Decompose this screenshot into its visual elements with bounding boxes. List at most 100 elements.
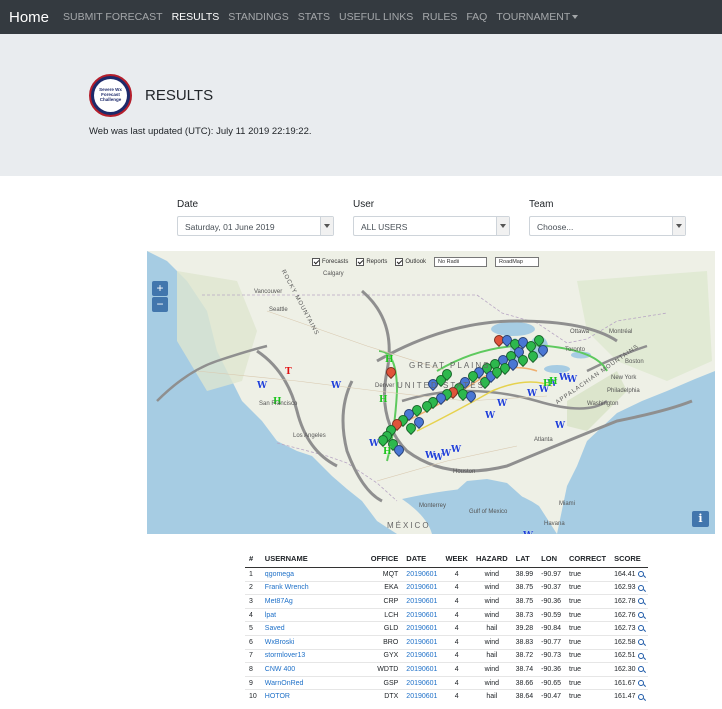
wind-report-icon[interactable]: W <box>451 445 461 455</box>
magnify-icon[interactable] <box>637 638 644 645</box>
maptype-select[interactable]: RoadMap <box>495 257 540 267</box>
nav-home-link[interactable]: Home <box>9 9 49 26</box>
outlook-label: Outlook <box>405 259 427 265</box>
cell-lon: -90.65 <box>537 675 566 690</box>
cell-date[interactable]: 20190601 <box>402 634 442 650</box>
cell-username[interactable]: Met87Ag <box>260 594 367 609</box>
cell-username[interactable]: Saved <box>260 621 367 636</box>
magnify-icon[interactable] <box>637 570 644 577</box>
cell-rank: 6 <box>245 634 261 650</box>
cell-week: 4 <box>441 567 472 582</box>
cell-hazard: wind <box>471 634 512 650</box>
magnify-icon[interactable] <box>637 584 644 591</box>
wind-report-icon[interactable]: W <box>257 381 267 391</box>
cell-date[interactable]: 20190601 <box>402 662 442 677</box>
cell-date[interactable]: 20190601 <box>402 621 442 636</box>
nav-submit-forecast[interactable]: SUBMIT FORECAST <box>63 11 163 23</box>
magnify-icon[interactable] <box>637 611 644 618</box>
results-map[interactable]: WWWWWWWWWWWWWWWWHHHHHHT Calgary Vancouve… <box>147 251 715 534</box>
wind-report-icon[interactable]: W <box>567 375 577 385</box>
magnify-icon[interactable] <box>637 625 644 632</box>
magnify-icon[interactable] <box>637 666 644 673</box>
nav-stats[interactable]: STATS <box>298 11 330 23</box>
col-username[interactable]: USERNAME <box>260 551 367 568</box>
chevron-down-icon <box>320 217 333 235</box>
magnify-icon[interactable] <box>637 598 644 605</box>
cell-lat: 38.73 <box>511 607 538 622</box>
cell-date[interactable]: 20190601 <box>402 594 442 609</box>
cell-username[interactable]: qgomega <box>260 567 367 582</box>
nav-rules[interactable]: RULES <box>422 11 457 23</box>
col-correct[interactable]: CORRECT <box>565 551 611 568</box>
nav-results[interactable]: RESULTS <box>172 11 220 23</box>
nav-useful-links[interactable]: USEFUL LINKS <box>339 11 413 23</box>
map-label-seattle: Seattle <box>269 307 288 313</box>
magnify-icon[interactable] <box>637 652 644 659</box>
cell-lon: -90.73 <box>537 648 566 663</box>
tornado-report-icon[interactable]: T <box>285 367 292 377</box>
cell-date[interactable]: 20190601 <box>402 675 442 690</box>
zoom-out-button[interactable]: − <box>152 297 168 312</box>
wind-report-icon[interactable]: W <box>523 531 533 534</box>
magnify-icon[interactable] <box>637 693 644 700</box>
cell-date[interactable]: 20190601 <box>402 567 442 582</box>
col-hazard[interactable]: HAZARD <box>471 551 512 568</box>
map-label-montreal: Montréal <box>609 329 633 335</box>
cell-username[interactable]: WarnOnRed <box>260 675 367 690</box>
challenge-logo: Severe Wx Forecast Challenge <box>89 74 132 117</box>
wind-report-icon[interactable]: W <box>441 449 451 459</box>
nav-tournament-dropdown[interactable]: TOURNAMENT <box>496 11 579 23</box>
nav-standings[interactable]: STANDINGS <box>228 11 288 23</box>
team-select[interactable]: Choose... <box>529 216 686 236</box>
wind-report-icon[interactable]: W <box>527 389 537 399</box>
col-office[interactable]: OFFICE <box>366 551 403 568</box>
cell-username[interactable]: HOTOR <box>260 689 367 704</box>
cell-date[interactable]: 20190601 <box>402 607 442 622</box>
cell-lat: 39.28 <box>511 621 538 636</box>
magnify-icon[interactable] <box>637 679 644 686</box>
wind-report-icon[interactable]: W <box>497 399 507 409</box>
table-row: 10 HOTOR DTX 20190601 4 hail 38.64 -90.47 true 16… <box>245 689 648 704</box>
reports-toggle[interactable]: Reports <box>356 258 387 266</box>
page-header: Severe Wx Forecast Challenge RESULTS Web… <box>0 34 722 176</box>
map-label-boston: Boston <box>625 359 644 365</box>
map-label-houston: Houston <box>453 469 476 475</box>
date-select-value: Saturday, 01 June 2019 <box>185 222 275 232</box>
outlook-toggle[interactable]: Outlook <box>395 258 426 266</box>
cell-username[interactable]: lpat <box>260 607 367 622</box>
wind-report-icon[interactable]: W <box>369 439 379 449</box>
wind-report-icon[interactable]: W <box>555 421 565 431</box>
cell-username[interactable]: stormlover13 <box>260 648 367 663</box>
user-select[interactable]: ALL USERS <box>353 216 510 236</box>
hail-report-icon[interactable]: H <box>379 395 388 405</box>
hail-report-icon[interactable]: H <box>383 447 392 457</box>
map-info-button[interactable]: i <box>692 511 709 527</box>
cell-username[interactable]: WxBroski <box>260 634 367 650</box>
col-lat[interactable]: LAT <box>511 551 538 568</box>
cell-date[interactable]: 20190601 <box>402 580 442 595</box>
cell-date[interactable]: 20190601 <box>402 648 442 663</box>
cell-date[interactable]: 20190601 <box>402 689 442 704</box>
cell-lon: -90.77 <box>537 634 566 650</box>
hail-report-icon[interactable]: H <box>385 355 394 365</box>
team-label: Team <box>529 199 554 210</box>
date-select[interactable]: Saturday, 01 June 2019 <box>177 216 334 236</box>
wind-report-icon[interactable]: W <box>485 411 495 421</box>
wind-report-icon[interactable]: W <box>331 381 341 391</box>
hail-report-icon[interactable]: H <box>549 377 558 387</box>
cell-username[interactable]: CNW 400 <box>260 662 367 677</box>
map-label-vancouver: Vancouver <box>254 289 283 295</box>
radii-select[interactable]: No Radii <box>434 257 488 267</box>
forecasts-toggle[interactable]: Forecasts <box>312 258 348 266</box>
cell-office: MQT <box>366 567 403 582</box>
col-score[interactable]: SCORE <box>610 551 648 568</box>
col-rank[interactable]: # <box>245 551 261 568</box>
col-date[interactable]: DATE <box>402 551 442 568</box>
cell-score: 162.58 <box>610 634 648 650</box>
col-week[interactable]: WEEK <box>441 551 472 568</box>
nav-faq[interactable]: FAQ <box>466 11 487 23</box>
forecasts-label: Forecasts <box>322 259 349 265</box>
zoom-in-button[interactable]: + <box>152 281 168 296</box>
cell-username[interactable]: Frank Wrench <box>260 580 367 595</box>
col-lon[interactable]: LON <box>537 551 566 568</box>
